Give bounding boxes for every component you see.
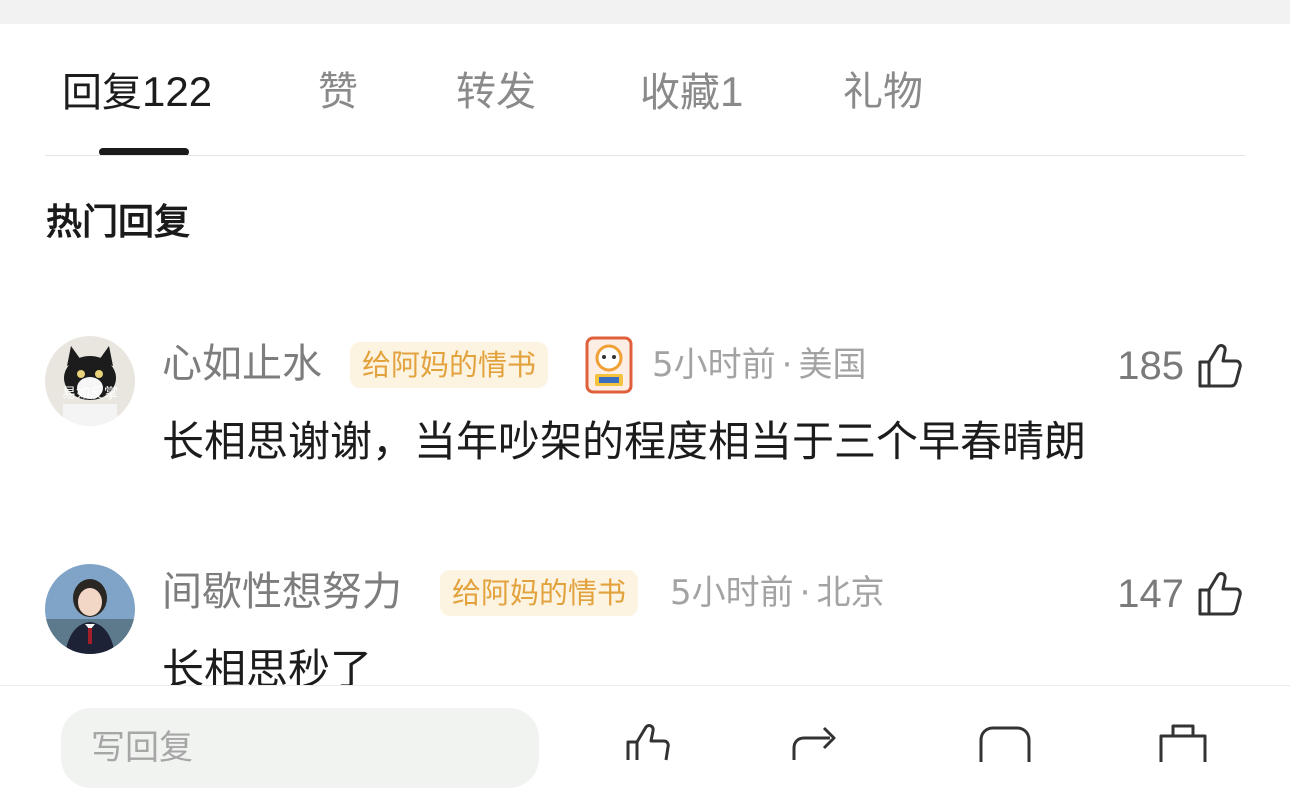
thumbs-up-icon <box>1198 572 1242 616</box>
comment-location: 美国 <box>798 345 867 385</box>
comment-username[interactable]: 心如止水 <box>162 338 322 390</box>
repost-icon[interactable] <box>790 722 854 762</box>
tab-likes-label: 赞 <box>318 69 358 115</box>
tab-replies-label: 回复 <box>62 70 142 116</box>
comment-meta: 5小时前 · 北京 <box>670 573 885 613</box>
section-title: 热门回复 <box>46 202 191 243</box>
tabs-divider <box>45 155 1245 156</box>
tab-likes[interactable]: 赞 <box>318 66 358 118</box>
like-count: 185 <box>1117 343 1184 388</box>
comment-username[interactable]: 间歇性想努力 <box>162 566 402 618</box>
top-status-strip <box>0 0 1290 24</box>
fan-badge[interactable]: 给阿妈的情书 <box>440 570 639 616</box>
avatar-caption: 易如反掌 <box>62 386 118 402</box>
comment-icon[interactable] <box>978 722 1032 762</box>
like-button[interactable]: 185 <box>1117 340 1244 392</box>
tab-gifts[interactable]: 礼物 <box>843 66 923 118</box>
tab-reposts-label: 转发 <box>456 69 536 115</box>
comment-location: 北京 <box>816 573 885 613</box>
tab-replies-count: 122 <box>142 68 213 115</box>
tab-replies[interactable]: 回复122 <box>62 66 212 119</box>
reply-input[interactable]: 写回复 <box>61 708 539 788</box>
comment-time: 5小时前 <box>652 345 776 385</box>
like-button[interactable]: 147 <box>1117 568 1244 620</box>
avatar[interactable] <box>45 564 135 654</box>
like-count: 147 <box>1117 571 1184 616</box>
tab-favorites-count: 1 <box>720 68 744 115</box>
comment-text: 长相思谢谢，当年吵架的程度相当于三个早春晴朗 <box>162 417 1087 466</box>
tiger-sticker-icon <box>585 336 633 394</box>
avatar[interactable]: 易如反掌 <box>45 336 135 426</box>
tab-bar: 回复122 赞 转发 收藏1 礼物 <box>0 24 1290 156</box>
fan-badge[interactable]: 给阿妈的情书 <box>350 342 549 388</box>
thumbs-up-icon <box>1198 344 1242 388</box>
like-icon[interactable] <box>620 722 680 762</box>
reply-placeholder: 写回复 <box>91 728 193 768</box>
comment-meta: 5小时前 · 美国 <box>652 345 867 385</box>
collect-icon[interactable] <box>1155 722 1211 762</box>
tab-reposts[interactable]: 转发 <box>456 66 536 118</box>
comment-time: 5小时前 <box>670 573 794 613</box>
tab-gifts-label: 礼物 <box>843 69 923 115</box>
tab-favorites-label: 收藏 <box>640 70 720 116</box>
bottom-action-bar: 写回复 <box>0 685 1290 788</box>
comment-item: 易如反掌 心如止水 给阿妈的情书 5小时前 · 美国 185 长相思谢谢，当年吵架的… <box>0 336 1290 466</box>
comment-item: 间歇性想努力 给阿妈的情书 5小时前 · 北京 147 长相思秒了 <box>0 564 1290 694</box>
tab-favorites[interactable]: 收藏1 <box>640 66 743 119</box>
